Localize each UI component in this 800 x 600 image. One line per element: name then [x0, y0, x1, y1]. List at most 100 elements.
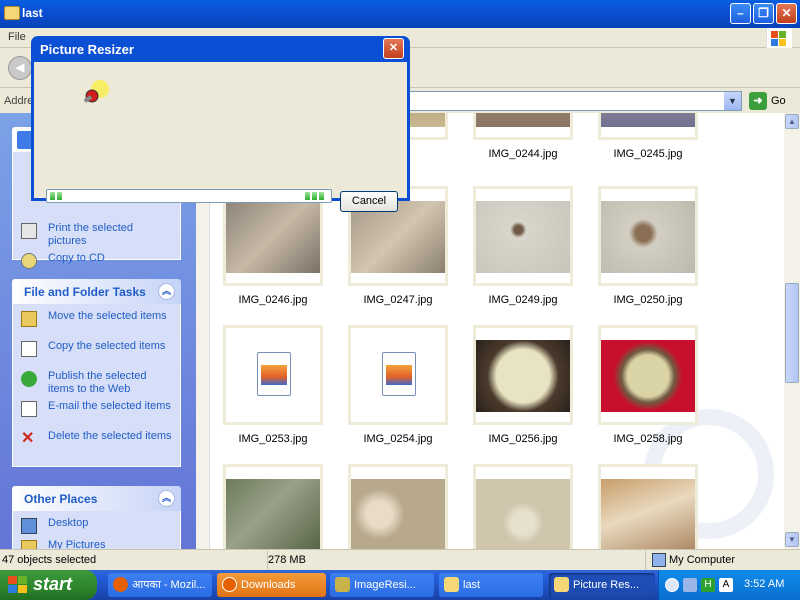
image-file-icon [257, 352, 291, 396]
file-name: IMG_0249.jpg [488, 294, 558, 306]
taskbar: start आपका - Mozil... Downloads ImageRes… [0, 570, 800, 600]
copy-to-cd-link[interactable]: Copy to CD [21, 252, 172, 280]
close-window-button[interactable]: ✕ [776, 3, 797, 24]
globe-icon [21, 371, 37, 387]
progress-block [305, 192, 310, 200]
thumbnail-item[interactable]: IMG_0250.jpg [598, 186, 698, 306]
thumbnail-item[interactable]: IMG_0249.jpg [473, 186, 573, 306]
thumbnail-item[interactable]: IMG_0258.jpg [598, 325, 698, 445]
firefox-icon [222, 577, 237, 592]
window-title: last [22, 6, 43, 20]
photo-thumbnail [476, 201, 570, 273]
thumbnail-item[interactable]: IMG_0256.jpg [473, 325, 573, 445]
taskbar-button-last[interactable]: last [439, 573, 543, 597]
photo-thumbnail [601, 201, 695, 273]
taskbar-button-downloads[interactable]: Downloads [217, 573, 326, 597]
scroll-thumb[interactable] [785, 283, 799, 383]
dialog-close-button[interactable]: ✕ [383, 38, 404, 59]
print-selected-pictures-link[interactable]: Print the selected pictures [21, 222, 172, 250]
system-tray: H A 3:52 AM [658, 570, 800, 600]
vertical-scrollbar[interactable]: ▲ ▼ [784, 113, 800, 549]
thumbnail-item[interactable]: IMG_0244.jpg [473, 113, 573, 160]
photo-thumbnail [476, 340, 570, 412]
windows-logo-icon [8, 576, 27, 593]
photo-thumbnail [601, 113, 695, 127]
thumbnail-item[interactable] [223, 464, 323, 549]
status-size: 278 MB [268, 554, 306, 566]
copy-selected-items-link[interactable]: Copy the selected items [21, 340, 172, 368]
email-selected-items-link[interactable]: E-mail the selected items [21, 400, 172, 428]
collapse-icon[interactable]: ︽ [158, 283, 175, 300]
move-selected-items-link[interactable]: Move the selected items [21, 310, 172, 338]
file-folder-tasks-panel: File and Folder Tasks ︽ Move the selecte… [12, 279, 181, 467]
publish-selected-items-link[interactable]: Publish the selected items to the Web [21, 370, 172, 398]
progress-block [57, 192, 62, 200]
desktop-icon [21, 518, 37, 534]
menu-file[interactable]: File [8, 31, 26, 43]
photo-thumbnail [476, 479, 570, 549]
photo-thumbnail [226, 479, 320, 549]
photo-thumbnail [476, 113, 570, 127]
dialog-title: Picture Resizer [40, 42, 134, 57]
chevron-down-icon[interactable]: ▼ [724, 92, 741, 110]
clock[interactable]: 3:52 AM [744, 578, 784, 590]
picture-resizer-dialog: Picture Resizer ✕ Cancel [31, 36, 410, 212]
network-icon[interactable] [683, 578, 697, 592]
go-arrow-icon[interactable]: ➜ [749, 92, 767, 110]
progress-bar [46, 189, 332, 203]
processing-animation-icon [83, 80, 109, 103]
imageresizer-icon [335, 577, 350, 592]
file-name: IMG_0244.jpg [488, 148, 558, 160]
status-bar: 47 objects selected 278 MB My Computer [0, 549, 800, 571]
file-folder-tasks-body: Move the selected items Copy the selecte… [12, 304, 181, 467]
pictures-icon [21, 540, 37, 549]
dialog-titlebar[interactable]: Picture Resizer ✕ [34, 36, 407, 62]
file-name: IMG_0256.jpg [488, 433, 558, 445]
photo-thumbnail [601, 479, 695, 549]
other-places-panel: Other Places ︽ Desktop My Pictures [12, 486, 181, 549]
file-name: IMG_0247.jpg [363, 294, 433, 306]
thumbnail-item[interactable] [598, 464, 698, 549]
cancel-button[interactable]: Cancel [340, 191, 398, 212]
scroll-down-icon[interactable]: ▼ [785, 532, 799, 547]
tray-expand-icon[interactable] [665, 578, 679, 592]
thumbnail-item[interactable]: IMG_0254.jpg [348, 325, 448, 445]
maximize-button[interactable]: ❐ [753, 3, 774, 24]
file-folder-tasks-header[interactable]: File and Folder Tasks ︽ [12, 279, 181, 304]
thumbnail-item[interactable]: IMG_0253.jpg [223, 325, 323, 445]
photo-thumbnail [351, 479, 445, 549]
computer-icon [652, 553, 666, 567]
photo-thumbnail [226, 201, 320, 273]
desktop-link[interactable]: Desktop [21, 517, 172, 537]
window-titlebar[interactable]: last – ❐ ✕ [0, 0, 800, 28]
file-name: IMG_0254.jpg [363, 433, 433, 445]
file-name: IMG_0245.jpg [613, 148, 683, 160]
taskbar-button-picture-resizer[interactable]: Picture Res... [549, 573, 655, 597]
progress-block [312, 192, 317, 200]
language-icon[interactable]: H [701, 578, 715, 592]
taskbar-button-imageresizer[interactable]: ImageResi... [330, 573, 434, 597]
thumbnail-item[interactable] [473, 464, 573, 549]
move-icon [21, 311, 37, 327]
delete-icon: ✕ [21, 430, 35, 447]
minimize-button[interactable]: – [730, 3, 751, 24]
go-button[interactable]: Go [771, 95, 786, 107]
back-button[interactable]: ◀ [8, 56, 32, 80]
thumbnail-item[interactable] [348, 464, 448, 549]
other-places-header[interactable]: Other Places ︽ [12, 486, 181, 511]
collapse-icon[interactable]: ︽ [158, 490, 175, 507]
delete-selected-items-link[interactable]: ✕ Delete the selected items [21, 430, 172, 458]
scroll-up-icon[interactable]: ▲ [785, 114, 799, 129]
folder-icon [444, 577, 459, 592]
file-name: IMG_0258.jpg [613, 433, 683, 445]
start-button[interactable]: start [0, 570, 97, 600]
copy-icon [21, 341, 37, 357]
taskbar-button-mozilla[interactable]: आपका - Mozil... [108, 573, 212, 597]
thumbnail-item[interactable]: IMG_0245.jpg [598, 113, 698, 160]
progress-block [319, 192, 324, 200]
status-selection: 47 objects selected [0, 550, 268, 571]
my-pictures-link[interactable]: My Pictures [21, 539, 172, 549]
input-method-icon[interactable]: A [719, 578, 733, 592]
other-places-body: Desktop My Pictures [12, 511, 181, 549]
folder-icon [554, 577, 569, 592]
